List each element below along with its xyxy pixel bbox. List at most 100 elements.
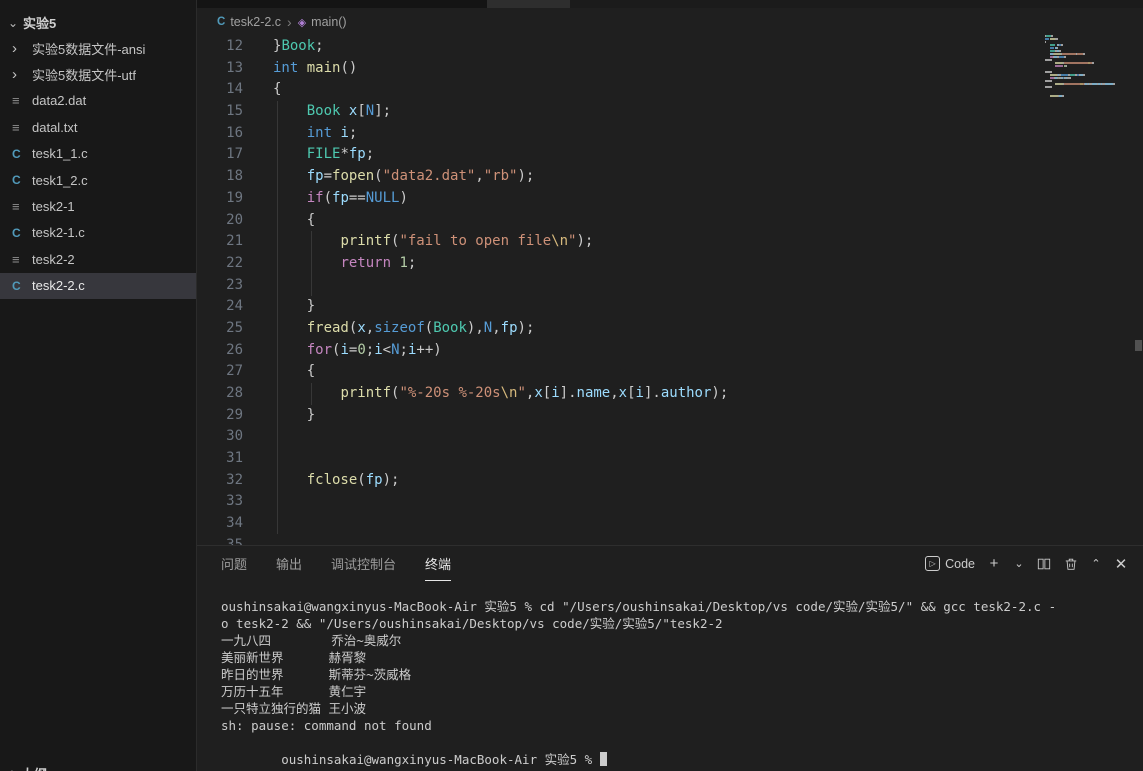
- line-number: 12: [226, 38, 243, 54]
- code-line[interactable]: 19 if(fp==NULL): [197, 188, 1043, 210]
- line-number: 14: [226, 81, 243, 98]
- code-line[interactable]: 17 FILE*fp;: [197, 144, 1043, 166]
- code-line[interactable]: 35: [197, 535, 1043, 545]
- doc-icon: ≡: [12, 251, 20, 267]
- c-icon: C: [12, 225, 21, 240]
- code-line[interactable]: 25 fread(x,sizeof(Book),N,fp);: [197, 318, 1043, 340]
- explorer-sidebar: ⌄ 实验5 › 实验5数据文件-ansi › 实验5数据文件-utf ≡ dat…: [0, 0, 197, 771]
- terminal-play-icon: ▷: [925, 556, 941, 571]
- code-line[interactable]: 28 printf("%-20s %-20s\n",x[i].name,x[i]…: [197, 383, 1043, 405]
- chevron-down-icon: ⌄: [7, 15, 19, 30]
- tab-bar-empty: [570, 0, 1143, 8]
- explorer-item[interactable]: C tesk1_1.c: [0, 141, 196, 167]
- terminal-cursor: [599, 752, 607, 766]
- code-line[interactable]: 23: [197, 275, 1043, 297]
- terminal-line: oushinsakai@wangxinyus-MacBook-Air 实验5 %…: [221, 599, 1057, 614]
- doc-icon: ≡: [12, 199, 20, 215]
- active-tab-fragment[interactable]: [487, 0, 570, 8]
- maximize-panel-button[interactable]: ⌃: [1090, 556, 1102, 572]
- code-line[interactable]: 32 fclose(fp);: [197, 470, 1043, 492]
- editor-area: C tesk2-2.c › ◈ main() 12}Book; 13 int mai…: [197, 0, 1143, 545]
- panel-tab-bar: 问题 输出 调试控制台 终端: [221, 546, 480, 581]
- minimap[interactable]: [1045, 35, 1135, 107]
- code-line[interactable]: 29 }: [197, 405, 1043, 427]
- panel-tab[interactable]: 终端: [425, 546, 452, 581]
- code-line[interactable]: 15 Book x[N];: [197, 101, 1043, 123]
- code-line[interactable]: 16 int i;: [197, 123, 1043, 145]
- terminal-profile-button[interactable]: ▷ Code: [925, 556, 975, 571]
- code-line[interactable]: 31: [197, 448, 1043, 470]
- panel-tab[interactable]: 输出: [276, 546, 302, 581]
- line-number: 19: [226, 189, 243, 206]
- indent-guide: [277, 101, 278, 534]
- line-number: 21: [226, 233, 243, 250]
- indent-guide: [311, 231, 312, 296]
- code-line[interactable]: 18 fp=fopen("data2.dat","rb");: [197, 166, 1043, 188]
- c-icon: C: [12, 146, 21, 161]
- doc-icon: ≡: [12, 93, 20, 109]
- c-icon: C: [12, 173, 21, 188]
- line-number: 34: [226, 515, 243, 532]
- code-line[interactable]: 12}Book;: [197, 36, 1043, 58]
- terminal-line: 一只特立独行的猫 王小波: [221, 701, 367, 716]
- terminal[interactable]: oushinsakai@wangxinyus-MacBook-Air 实验5 %…: [221, 598, 1133, 771]
- line-number: 26: [226, 341, 243, 358]
- explorer-item[interactable]: ≡ data2.dat: [0, 88, 196, 114]
- line-number: 13: [226, 59, 243, 76]
- code-line[interactable]: 14{: [197, 79, 1043, 101]
- explorer-item[interactable]: ≡ tesk2-1: [0, 193, 196, 219]
- line-number: 31: [226, 450, 243, 467]
- terminal-output: oushinsakai@wangxinyus-MacBook-Air 实验5 %…: [221, 598, 1133, 734]
- panel-tab[interactable]: 调试控制台: [331, 546, 396, 581]
- outline-section-header[interactable]: › 大纲: [0, 764, 196, 771]
- code-line[interactable]: 30: [197, 426, 1043, 448]
- code-line[interactable]: 33: [197, 491, 1043, 513]
- new-terminal-button[interactable]: +: [986, 555, 1002, 572]
- code-line[interactable]: 24 }: [197, 296, 1043, 318]
- explorer-section-header[interactable]: ⌄ 实验5: [0, 0, 196, 35]
- explorer-item[interactable]: C tesk2-1.c: [0, 220, 196, 246]
- panel-tab[interactable]: 问题: [221, 546, 247, 581]
- line-number: 17: [226, 146, 243, 163]
- chevron-right-icon: ›: [12, 66, 17, 84]
- vscode-window: ⌄ 实验5 › 实验5数据文件-ansi › 实验5数据文件-utf ≡ dat…: [0, 0, 1143, 771]
- kill-terminal-button[interactable]: [1063, 556, 1079, 572]
- code-line[interactable]: 20 {: [197, 210, 1043, 232]
- indent-guide: [311, 383, 312, 405]
- code-line[interactable]: 22 return 1;: [197, 253, 1043, 275]
- line-number: 33: [226, 493, 243, 510]
- code-line[interactable]: 34: [197, 513, 1043, 535]
- line-number: 20: [226, 211, 243, 228]
- breadcrumb-symbol[interactable]: main(): [311, 15, 346, 29]
- explorer-item[interactable]: › 实验5数据文件-utf: [0, 61, 196, 87]
- explorer-item[interactable]: C tesk2-2.c: [0, 272, 196, 299]
- code-line[interactable]: 27 {: [197, 361, 1043, 383]
- code-line[interactable]: 26 for(i=0;i<N;i++): [197, 340, 1043, 362]
- code-editor[interactable]: 12}Book; 13 int main() 14{15 Book x[N]; 16 i…: [197, 36, 1043, 545]
- explorer-item[interactable]: ≡ datal.txt: [0, 114, 196, 140]
- close-panel-button[interactable]: ✕: [1113, 556, 1129, 573]
- explorer-item[interactable]: C tesk1_2.c: [0, 167, 196, 193]
- terminal-dropdown-chevron-icon[interactable]: ⌄: [1013, 556, 1025, 572]
- bottom-panel: 问题 输出 调试控制台 终端 ▷ Code + ⌄ ⌃ ✕ oushinsaka…: [197, 545, 1143, 771]
- tab-bar[interactable]: [197, 0, 1143, 8]
- line-number: 15: [226, 103, 243, 120]
- method-icon: ◈: [297, 16, 307, 29]
- breadcrumb-separator-icon: ›: [287, 14, 292, 30]
- line-number: 24: [226, 298, 243, 315]
- code-line[interactable]: 21 printf("fail to open file\n");: [197, 231, 1043, 253]
- terminal-line: 美丽新世界 赫胥黎: [221, 650, 367, 665]
- explorer-item[interactable]: ≡ tesk2-2: [0, 246, 196, 272]
- chevron-right-icon: ›: [5, 764, 21, 771]
- terminal-line: 万历十五年 黄仁宇: [221, 684, 367, 699]
- line-number: 22: [226, 254, 243, 271]
- scrollbar-thumb[interactable]: [1135, 340, 1142, 351]
- breadcrumb-file[interactable]: tesk2-2.c: [230, 15, 281, 29]
- chevron-right-icon: ›: [12, 39, 17, 57]
- line-number: 16: [226, 124, 243, 141]
- split-terminal-button[interactable]: [1036, 556, 1052, 572]
- code-line[interactable]: 13 int main(): [197, 58, 1043, 80]
- explorer-item[interactable]: › 实验5数据文件-ansi: [0, 35, 196, 61]
- line-number: 23: [226, 276, 243, 293]
- line-number: 25: [226, 319, 243, 336]
